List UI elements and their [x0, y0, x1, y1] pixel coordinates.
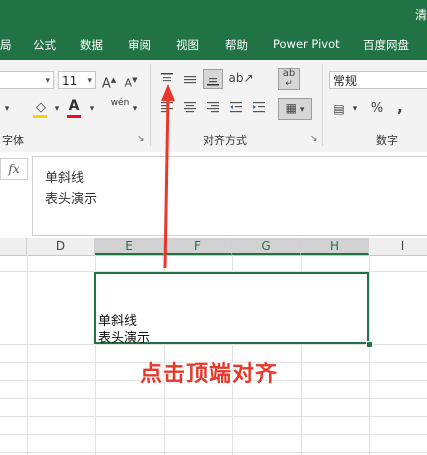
fill-color-caret[interactable]: ▾ [52, 100, 62, 118]
alignment-group-label: 对齐方式 [203, 134, 247, 147]
number-format-dropdown[interactable]: 常规 [329, 71, 427, 89]
row-gridline [0, 344, 427, 345]
row-gridline [0, 416, 427, 417]
tab-formulas[interactable]: 公式 [33, 37, 56, 53]
grow-font-icon: A [101, 76, 111, 92]
paint-bucket-icon: ◇ [36, 100, 46, 115]
ribbon-tab-bar: 清 局 公式 数据 审阅 视图 帮助 Power Pivot 百度网盘 [0, 0, 427, 60]
chevron-down-icon: ▾ [45, 76, 50, 86]
chevron-down-icon: ▾ [296, 105, 305, 115]
tab-data[interactable]: 数据 [80, 37, 103, 53]
font-size-value: 11 [62, 74, 78, 88]
comma-icon: , [397, 98, 403, 116]
formula-bar: fx 单斜线 表头演示 [0, 152, 427, 238]
fill-color-button[interactable]: ◇ [30, 98, 52, 118]
font-dialog-launcher[interactable]: ↘ [137, 134, 145, 144]
font-color-caret[interactable]: ▾ [87, 100, 97, 118]
percent-style-button[interactable]: % [368, 100, 386, 118]
increase-indent-icon [253, 102, 265, 113]
alignment-dialog-launcher[interactable]: ↘ [310, 134, 318, 144]
font-size-dropdown[interactable]: 11 ▾ [58, 71, 96, 89]
decrease-indent-button[interactable] [226, 100, 246, 120]
comma-style-button[interactable]: , [393, 98, 407, 116]
cell-text-line-2: 表头演示 [98, 331, 151, 346]
orientation-icon: ab↗ [228, 71, 254, 85]
phonetic-caret[interactable]: ▾ [130, 100, 140, 118]
ribbon-home: ▾ 11 ▾ A▲ A▼ ▾ ◇ ▾ A ▾ wén ▾ 字体 ↘ ab↗ ab ↵ [0, 60, 427, 153]
column-header-e[interactable]: E [95, 238, 164, 255]
increase-indent-button[interactable] [249, 100, 269, 120]
wrap-text-icon: ab [282, 68, 296, 79]
row-gridline [0, 434, 427, 435]
shrink-font-button[interactable]: A▼ [123, 71, 139, 93]
number-format-value: 常规 [333, 74, 358, 88]
group-divider [322, 64, 323, 146]
bottom-align-button[interactable] [203, 69, 223, 89]
column-header-g[interactable]: G [232, 238, 301, 255]
currency-icon: ▤ [333, 102, 345, 116]
tab-page-layout[interactable]: 局 [0, 37, 12, 53]
formula-line-1: 单斜线 [45, 171, 85, 186]
decrease-indent-icon [230, 102, 242, 113]
annotation-caption: 点击顶端对齐 [140, 362, 279, 387]
column-gridline [369, 255, 370, 455]
column-header-f[interactable]: F [164, 238, 232, 255]
chevron-down-icon: ▾ [87, 76, 92, 86]
grow-font-button[interactable]: A▲ [101, 71, 117, 93]
middle-align-icon [184, 76, 196, 84]
tab-help[interactable]: 帮助 [225, 37, 248, 53]
accounting-caret[interactable]: ▾ [350, 100, 360, 118]
row-gridline [0, 398, 427, 399]
group-divider [150, 64, 151, 146]
top-align-icon [161, 73, 173, 82]
align-left-button[interactable] [157, 100, 177, 120]
column-header-d[interactable]: D [27, 238, 95, 255]
column-header-row: D E F G H I [0, 238, 427, 256]
align-right-button[interactable] [203, 100, 223, 120]
tab-view[interactable]: 视图 [176, 37, 199, 53]
font-color-button[interactable]: A [65, 97, 83, 118]
top-align-button[interactable] [157, 69, 177, 89]
wrap-arrow-icon: ↵ [285, 79, 293, 89]
bottom-align-icon [207, 78, 219, 86]
font-color-icon: A [68, 98, 80, 114]
fill-handle[interactable] [366, 341, 373, 348]
column-header-h[interactable]: H [301, 238, 369, 255]
corner-header [0, 238, 27, 255]
window-title-fragment: 清 [414, 8, 427, 22]
font-group-label: 字体 [2, 134, 24, 147]
merge-center-button[interactable]: ▦ ▾ [278, 98, 312, 120]
tab-power-pivot[interactable]: Power Pivot [273, 37, 340, 51]
middle-align-button[interactable] [180, 69, 200, 89]
tab-review[interactable]: 审阅 [128, 37, 151, 53]
row-gridline [0, 452, 427, 453]
percent-icon: % [370, 101, 384, 116]
font-name-dropdown[interactable]: ▾ [0, 71, 54, 89]
wrap-text-button[interactable]: ab ↵ [278, 68, 300, 90]
accounting-format-button[interactable]: ▤ [330, 100, 348, 118]
align-left-icon [161, 102, 173, 113]
formula-line-2: 表头演示 [45, 192, 98, 207]
border-dropdown-caret[interactable]: ▾ [2, 100, 12, 118]
number-group-label: 数字 [376, 134, 398, 147]
merge-cells-icon: ▦ [285, 101, 297, 115]
align-right-icon [207, 102, 219, 113]
phonetic-icon: wén [110, 98, 130, 108]
column-header-i[interactable]: I [369, 238, 427, 255]
insert-function-button[interactable]: fx [0, 158, 28, 180]
formula-input[interactable]: 单斜线 表头演示 [32, 156, 427, 236]
column-gridline [27, 255, 28, 455]
tab-baidu-netdisk[interactable]: 百度网盘 [363, 37, 409, 53]
shrink-font-icon: A [124, 76, 133, 90]
align-center-button[interactable] [180, 100, 200, 120]
orientation-button[interactable]: ab↗ [228, 69, 254, 89]
align-center-icon [184, 102, 196, 113]
